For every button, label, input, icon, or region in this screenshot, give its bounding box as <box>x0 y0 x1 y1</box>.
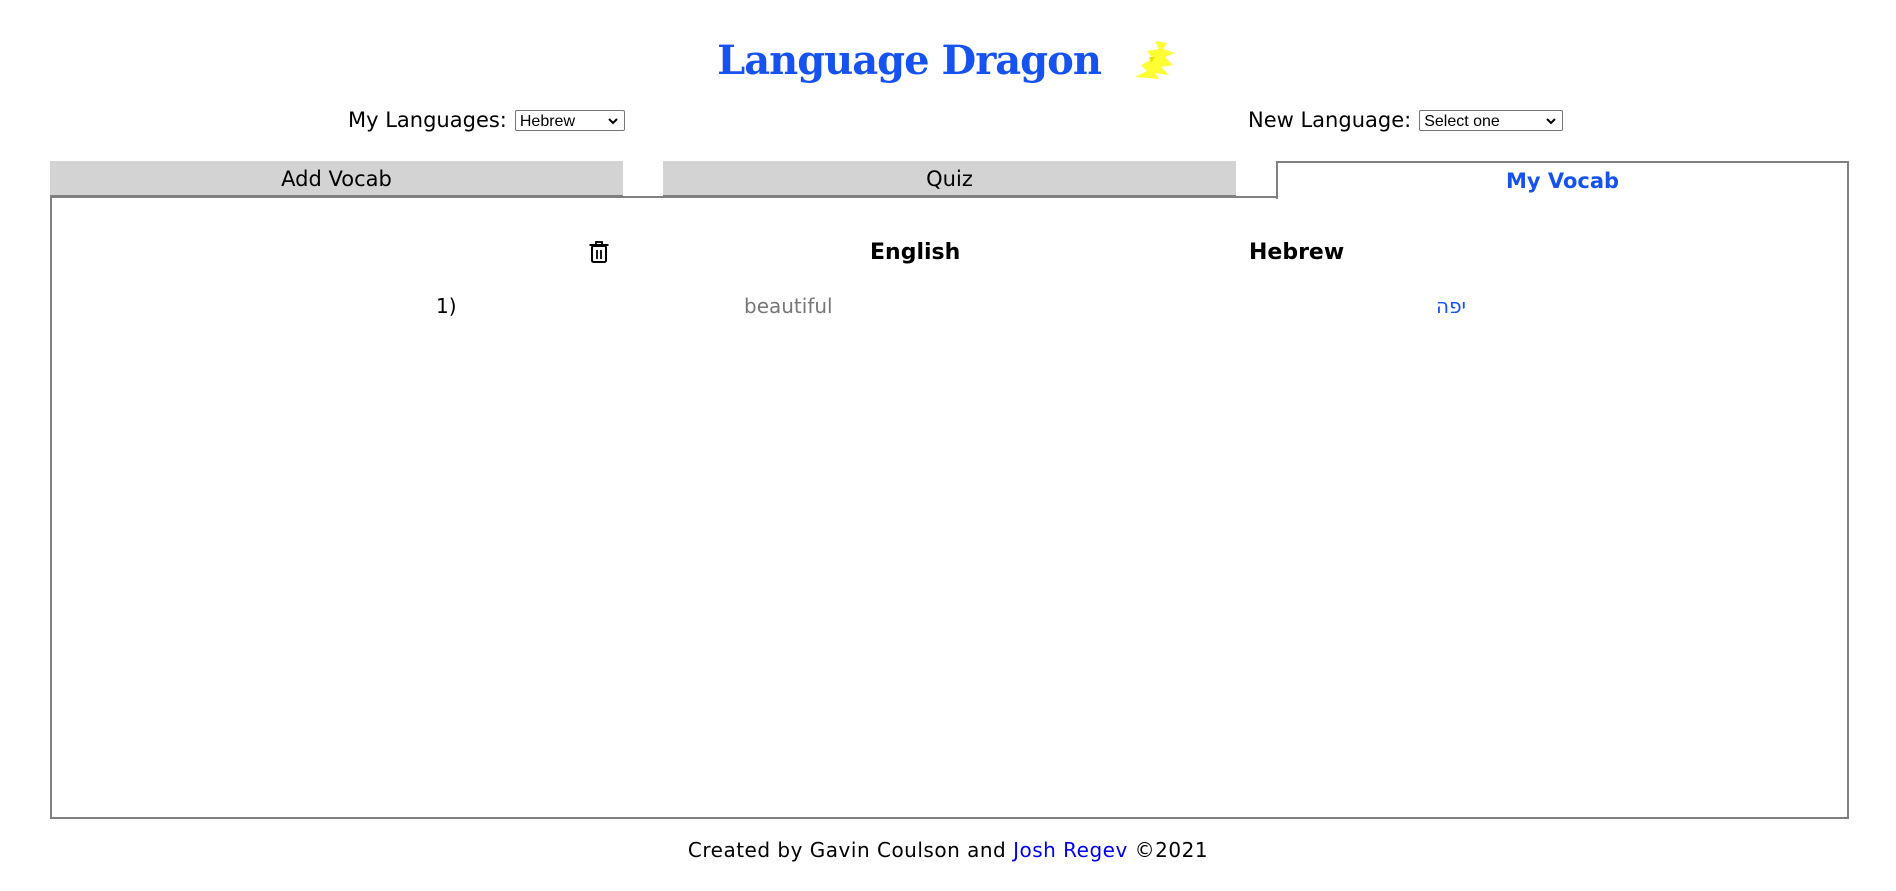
trash-icon[interactable] <box>587 240 611 264</box>
footer-prefix: Created by Gavin Coulson and <box>687 838 1014 862</box>
new-language-label: New Language: <box>1248 108 1412 132</box>
language-selectors: My Languages: Hebrew New Language: Selec… <box>0 108 1896 138</box>
english-word: beautiful <box>744 294 833 318</box>
tab-quiz[interactable]: Quiz <box>663 161 1236 197</box>
new-language-group: New Language: Select one <box>1248 108 1564 132</box>
author-link[interactable]: Josh Regev <box>1013 838 1128 862</box>
app-title: Language Dragon <box>717 36 1102 84</box>
my-languages-label: My Languages: <box>348 108 507 132</box>
column-header-english: English <box>870 240 961 265</box>
page: Language Dragon My Languages: Hebrew New… <box>0 0 1896 891</box>
my-languages-value: Hebrew <box>519 112 576 130</box>
my-vocab-panel: English Hebrew 1) beautiful יפה <box>50 196 1849 819</box>
footer: Created by Gavin Coulson and Josh Regev … <box>0 838 1896 862</box>
my-languages-group: My Languages: Hebrew <box>348 108 625 132</box>
tab-my-vocab[interactable]: My Vocab <box>1276 161 1849 199</box>
row-number: 1) <box>436 294 457 318</box>
vocab-table-header: English Hebrew <box>52 238 1847 268</box>
my-languages-select[interactable]: Hebrew <box>514 109 625 131</box>
new-language-select[interactable]: Select one <box>1419 109 1564 131</box>
app-header: Language Dragon <box>0 30 1896 90</box>
tab-add-vocab[interactable]: Add Vocab <box>50 161 623 197</box>
footer-suffix: ©2021 <box>1127 838 1209 862</box>
tab-bar: Add Vocab Quiz My Vocab <box>50 161 1849 199</box>
new-language-value: Select one <box>1424 112 1500 130</box>
column-header-hebrew: Hebrew <box>1249 240 1345 265</box>
vocab-row: 1) beautiful יפה <box>52 291 1847 321</box>
dragon-icon <box>1134 41 1175 79</box>
hebrew-word: יפה <box>1436 294 1467 318</box>
chevron-down-icon <box>1546 117 1556 124</box>
chevron-down-icon <box>608 117 618 124</box>
